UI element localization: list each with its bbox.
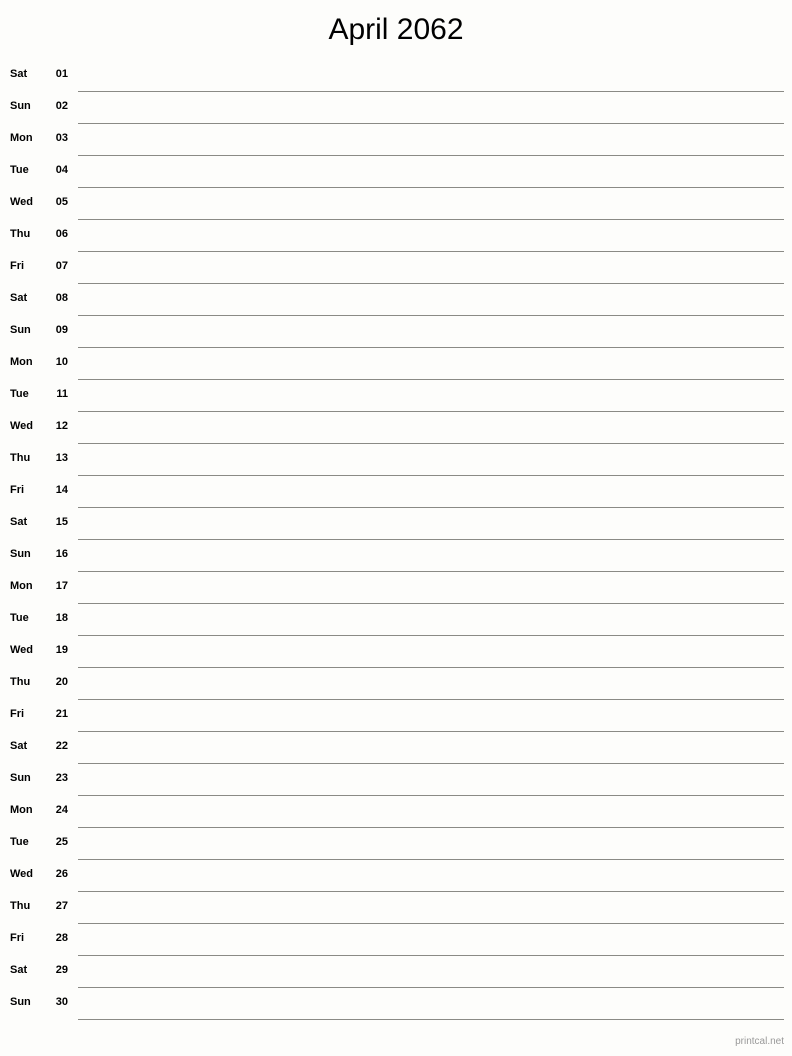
- day-weekday-label: Tue: [10, 836, 29, 848]
- day-row[interactable]: Mon 10: [0, 348, 792, 380]
- day-row[interactable]: Fri 07: [0, 252, 792, 284]
- day-weekday-label: Wed: [10, 420, 34, 432]
- page-title: April 2062: [328, 13, 464, 46]
- footer-attribution: printcal.net: [735, 1036, 784, 1047]
- day-row[interactable]: Sun 02: [0, 92, 792, 124]
- day-weekday-label: Fri: [10, 708, 25, 720]
- day-weekday-label: Sun: [10, 324, 31, 336]
- day-number-label: 05: [55, 196, 68, 208]
- day-number-label: 12: [55, 420, 68, 432]
- day-row[interactable]: Mon 03: [0, 124, 792, 156]
- day-row[interactable]: Tue 04: [0, 156, 792, 188]
- day-number-label: 10: [55, 356, 68, 368]
- day-row[interactable]: Thu 06: [0, 220, 792, 252]
- day-row[interactable]: Wed 05: [0, 188, 792, 220]
- day-weekday-label: Sat: [10, 516, 28, 528]
- day-weekday-label: Wed: [10, 644, 34, 656]
- day-weekday-label: Sat: [10, 740, 28, 752]
- day-writing-line[interactable]: [78, 1019, 784, 1020]
- day-weekday-label: Mon: [10, 132, 33, 144]
- day-weekday-label: Tue: [10, 612, 29, 624]
- day-weekday-label: Thu: [10, 676, 31, 688]
- day-number-label: 09: [55, 324, 68, 336]
- day-row[interactable]: Sat 01: [0, 60, 792, 92]
- day-row[interactable]: Thu 13: [0, 444, 792, 476]
- day-row[interactable]: Sun 16: [0, 540, 792, 572]
- day-row[interactable]: Wed 26: [0, 860, 792, 892]
- day-row[interactable]: Sun 23: [0, 764, 792, 796]
- calendar-page: April 2062 Sat 01 Sun 02 Mon 03 Tue 04 Wed 05 Thu 0…: [0, 0, 792, 1056]
- day-row[interactable]: Wed 12: [0, 412, 792, 444]
- day-number-label: 14: [55, 484, 68, 496]
- day-number-label: 07: [55, 260, 68, 272]
- day-number-label: 19: [55, 644, 68, 656]
- day-row[interactable]: Sat 29: [0, 956, 792, 988]
- day-row[interactable]: Mon 24: [0, 796, 792, 828]
- day-row[interactable]: Mon 17: [0, 572, 792, 604]
- day-weekday-label: Thu: [10, 452, 31, 464]
- day-row[interactable]: Tue 18: [0, 604, 792, 636]
- day-number-label: 21: [55, 708, 68, 720]
- day-weekday-label: Mon: [10, 804, 33, 816]
- day-weekday-label: Sun: [10, 772, 31, 784]
- day-row[interactable]: Wed 19: [0, 636, 792, 668]
- day-weekday-label: Sat: [10, 68, 28, 80]
- day-weekday-label: Fri: [10, 932, 25, 944]
- day-number-label: 28: [55, 932, 68, 944]
- day-number-label: 06: [55, 228, 68, 240]
- day-weekday-label: Mon: [10, 580, 33, 592]
- day-row[interactable]: Sat 08: [0, 284, 792, 316]
- day-number-label: 26: [55, 868, 68, 880]
- day-number-label: 04: [55, 164, 68, 176]
- day-weekday-label: Mon: [10, 356, 33, 368]
- day-number-label: 25: [55, 836, 68, 848]
- day-number-label: 17: [55, 580, 68, 592]
- day-weekday-label: Thu: [10, 228, 31, 240]
- day-weekday-label: Fri: [10, 260, 25, 272]
- day-weekday-label: Sun: [10, 100, 31, 112]
- day-row[interactable]: Thu 20: [0, 668, 792, 700]
- day-number-label: 23: [55, 772, 68, 784]
- day-number-label: 08: [55, 292, 68, 304]
- day-row[interactable]: Sat 15: [0, 508, 792, 540]
- day-number-label: 20: [55, 676, 68, 688]
- day-row[interactable]: Sun 30: [0, 988, 792, 1020]
- day-weekday-label: Wed: [10, 196, 34, 208]
- day-number-label: 13: [55, 452, 68, 464]
- day-number-label: 02: [55, 100, 68, 112]
- day-row[interactable]: Thu 27: [0, 892, 792, 924]
- day-weekday-label: Wed: [10, 868, 34, 880]
- day-row[interactable]: Fri 21: [0, 700, 792, 732]
- day-number-label: 29: [55, 964, 68, 976]
- day-weekday-label: Thu: [10, 900, 31, 912]
- day-row[interactable]: Tue 25: [0, 828, 792, 860]
- day-row[interactable]: Sat 22: [0, 732, 792, 764]
- day-list: Sat 01 Sun 02 Mon 03 Tue 04 Wed 05 Thu 06 Fri 07 Sat 08…: [0, 60, 792, 1020]
- day-weekday-label: Tue: [10, 164, 29, 176]
- day-number-label: 15: [55, 516, 68, 528]
- day-number-label: 27: [55, 900, 68, 912]
- day-weekday-label: Sun: [10, 996, 31, 1008]
- day-number-label: 11: [56, 388, 68, 400]
- day-weekday-label: Fri: [10, 484, 25, 496]
- day-number-label: 16: [55, 548, 68, 560]
- day-number-label: 22: [55, 740, 68, 752]
- day-number-label: 03: [55, 132, 68, 144]
- day-row[interactable]: Fri 14: [0, 476, 792, 508]
- day-number-label: 24: [55, 804, 68, 816]
- day-weekday-label: Sun: [10, 548, 31, 560]
- day-number-label: 30: [55, 996, 68, 1008]
- day-number-label: 18: [55, 612, 68, 624]
- day-weekday-label: Tue: [10, 388, 29, 400]
- day-weekday-label: Sat: [10, 964, 28, 976]
- day-row[interactable]: Sun 09: [0, 316, 792, 348]
- day-weekday-label: Sat: [10, 292, 28, 304]
- day-row[interactable]: Tue 11: [0, 380, 792, 412]
- day-row[interactable]: Fri 28: [0, 924, 792, 956]
- day-number-label: 01: [55, 68, 68, 80]
